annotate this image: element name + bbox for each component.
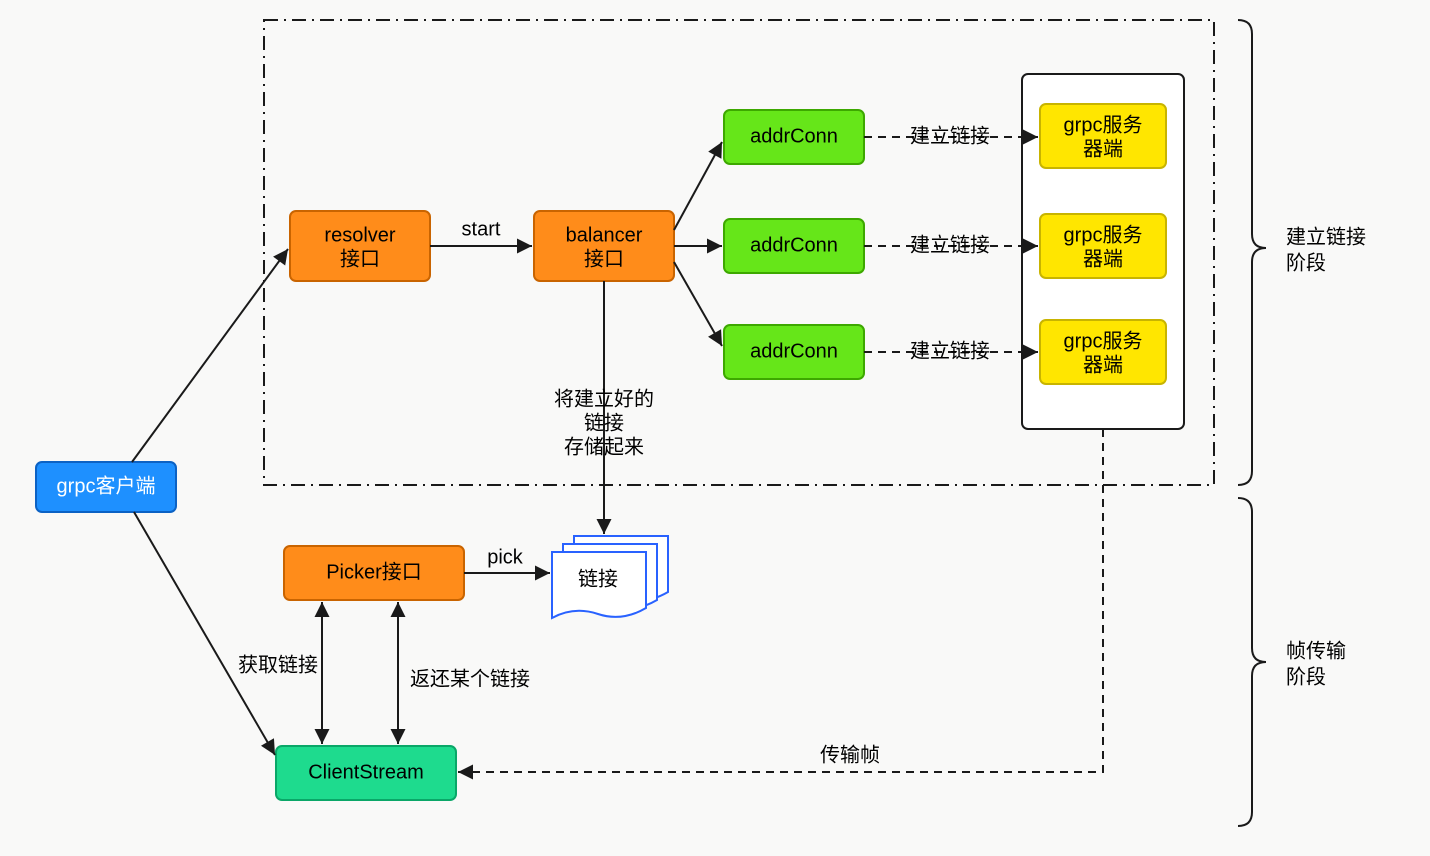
edge-label: 建立链接: [910, 339, 990, 362]
node-label: grpc服务: [1064, 223, 1143, 246]
edge-balancer-addrconn1: [674, 142, 722, 230]
phase-label: 建立链接: [1286, 225, 1366, 248]
edge-label: 返还某个链接: [410, 667, 530, 690]
node-server-2: grpc服务 器端: [1040, 214, 1166, 278]
node-server-3: grpc服务 器端: [1040, 320, 1166, 384]
edge-label: 建立链接: [910, 124, 990, 147]
edge-label: 将建立好的: [554, 387, 654, 410]
node-label: addrConn: [750, 125, 838, 147]
node-label: balancer: [566, 224, 643, 246]
node-label: Picker接口: [326, 560, 422, 583]
diagram-canvas: grpc客户端 resolver 接口 balancer 接口 addrConn…: [0, 0, 1430, 856]
node-addrconn-3: addrConn: [724, 325, 864, 379]
node-label: ClientStream: [308, 761, 424, 783]
phase-label: 阶段: [1286, 251, 1326, 274]
node-label: addrConn: [750, 234, 838, 256]
edge-client-clientstream: [134, 512, 275, 755]
edge-label: 链接: [584, 411, 624, 434]
node-label: resolver: [324, 224, 395, 246]
node-label: 接口: [584, 247, 624, 270]
node-balancer: balancer 接口: [534, 211, 674, 281]
node-label: 器端: [1083, 247, 1123, 270]
node-label: 器端: [1083, 353, 1123, 376]
node-clientstream: ClientStream: [276, 746, 456, 800]
edge-label: 获取链接: [238, 653, 318, 676]
node-grpc-client: grpc客户端: [36, 462, 176, 512]
node-links: 链接: [552, 536, 668, 618]
node-picker: Picker接口: [284, 546, 464, 600]
brace-phase1: [1238, 20, 1266, 485]
edge-label: start: [462, 218, 501, 240]
edge-label: 传输帧: [820, 743, 880, 766]
edge-label: 建立链接: [910, 233, 990, 256]
node-label: addrConn: [750, 340, 838, 362]
edge-label: pick: [487, 546, 524, 568]
node-addrconn-2: addrConn: [724, 219, 864, 273]
phase-label: 帧传输: [1286, 639, 1346, 662]
node-label: 接口: [340, 247, 380, 270]
node-label: 链接: [578, 567, 618, 590]
node-label: grpc客户端: [57, 474, 156, 497]
edge-label: 存储起来: [564, 435, 644, 458]
node-server-1: grpc服务 器端: [1040, 104, 1166, 168]
edge-balancer-addrconn3: [674, 262, 722, 346]
phase-label: 阶段: [1286, 665, 1326, 688]
node-addrconn-1: addrConn: [724, 110, 864, 164]
brace-phase2: [1238, 498, 1266, 826]
node-label: grpc服务: [1064, 329, 1143, 352]
node-label: 器端: [1083, 137, 1123, 160]
node-resolver: resolver 接口: [290, 211, 430, 281]
node-label: grpc服务: [1064, 113, 1143, 136]
